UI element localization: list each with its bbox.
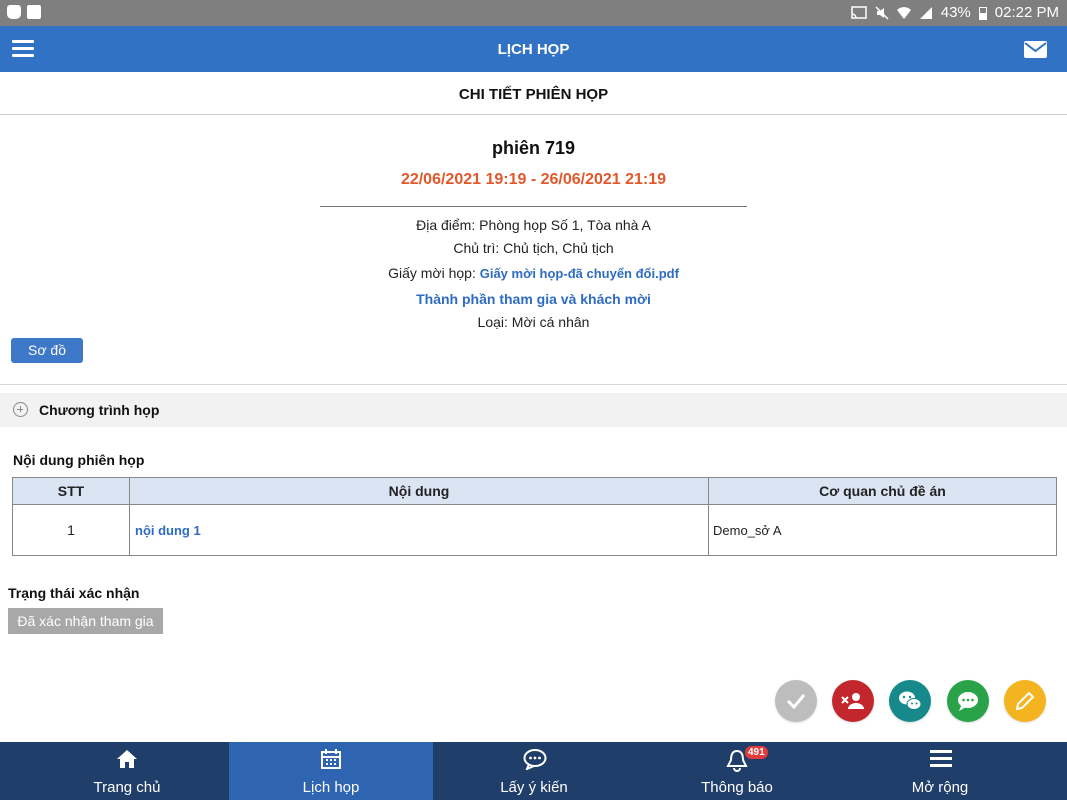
battery-percent: 43% bbox=[940, 4, 971, 21]
table-header-row: STT Nội dung Cơ quan chủ đề án bbox=[12, 477, 1057, 505]
invitation-label: Giấy mời họp: bbox=[388, 265, 480, 281]
chat-button[interactable] bbox=[947, 680, 989, 722]
nav-label-opinion: Lấy ý kiến bbox=[500, 779, 568, 796]
app-bar: LỊCH HỌP bbox=[0, 26, 1067, 72]
program-accordion[interactable]: Chương trình họp bbox=[0, 393, 1067, 427]
confirm-button[interactable] bbox=[775, 680, 817, 722]
cast-icon bbox=[851, 5, 867, 19]
location-value: Phòng họp Số 1, Tòa nhà A bbox=[479, 217, 651, 233]
nav-item-opinion[interactable]: Lấy ý kiến bbox=[432, 742, 636, 800]
status-right: 43% 02:22 PM bbox=[851, 4, 1059, 21]
nav-item-calendar[interactable]: Lịch họp bbox=[229, 742, 433, 800]
type-label: Loại: bbox=[477, 314, 512, 330]
decline-button[interactable] bbox=[832, 680, 874, 722]
diagram-button[interactable]: Sơ đồ bbox=[11, 338, 83, 363]
status-left-icons bbox=[7, 5, 41, 19]
shopping-bag-icon bbox=[7, 5, 21, 19]
wechat-icon bbox=[899, 691, 922, 710]
program-label: Chương trình họp bbox=[39, 402, 160, 418]
calendar-icon bbox=[321, 749, 341, 769]
row-agency: Demo_sở A bbox=[708, 504, 1057, 556]
nav-label-more: Mở rộng bbox=[911, 779, 969, 796]
confirmation-title: Trạng thái xác nhận bbox=[8, 585, 140, 601]
participants-link[interactable]: Thành phần tham gia và khách mời bbox=[416, 291, 651, 307]
notification-count-badge: 491 bbox=[745, 746, 768, 759]
participants-line: Thành phần tham gia và khách mời bbox=[0, 291, 1067, 307]
chair-label: Chủ trì: bbox=[453, 240, 504, 256]
page-title: CHI TIẾT PHIÊN HỌP bbox=[0, 72, 1067, 115]
divider bbox=[0, 384, 1067, 385]
type-value: Mời cá nhân bbox=[511, 314, 590, 330]
nav-item-home[interactable]: Trang chủ bbox=[25, 742, 229, 800]
menu-icon bbox=[930, 750, 952, 767]
edit-button[interactable] bbox=[1004, 680, 1046, 722]
column-header-stt: STT bbox=[12, 477, 130, 505]
pencil-icon bbox=[1015, 691, 1035, 711]
confirmation-status-badge: Đã xác nhận tham gia bbox=[8, 608, 163, 634]
nav-item-more[interactable]: Mở rộng bbox=[838, 742, 1042, 800]
status-bar: 43% 02:22 PM bbox=[0, 0, 1067, 26]
column-header-agency: Cơ quan chủ đề án bbox=[708, 477, 1057, 505]
chat-bubble-icon bbox=[523, 749, 547, 770]
nav-label-notifications: Thông báo bbox=[701, 779, 773, 796]
divider bbox=[320, 206, 747, 207]
signal-icon bbox=[919, 6, 932, 19]
row-stt: 1 bbox=[12, 504, 130, 556]
location-label: Địa điểm: bbox=[416, 217, 480, 233]
app-title: LỊCH HỌP bbox=[497, 41, 570, 58]
clock: 02:22 PM bbox=[994, 4, 1059, 21]
content-table: STT Nội dung Cơ quan chủ đề án 1 nội dun… bbox=[12, 477, 1057, 556]
column-header-content: Nội dung bbox=[129, 477, 709, 505]
session-title: phiên 719 bbox=[491, 138, 576, 158]
mute-icon bbox=[875, 5, 889, 20]
nav-label-home: Trang chủ bbox=[93, 779, 161, 796]
check-icon bbox=[786, 694, 806, 710]
nav-label-calendar: Lịch họp bbox=[302, 779, 360, 796]
home-icon bbox=[117, 750, 137, 768]
nav-item-notifications[interactable]: 491 Thông báo bbox=[635, 742, 839, 800]
plus-circle-icon bbox=[13, 402, 28, 417]
table-row: 1 nội dung 1 Demo_sở A bbox=[12, 504, 1057, 556]
wechat-button[interactable] bbox=[889, 680, 931, 722]
invitation-file-link[interactable]: Giấy mời họp-đã chuyển đổi.pdf bbox=[480, 266, 679, 281]
session-time-range: 22/06/2021 19:19 - 26/06/2021 21:19 bbox=[400, 171, 667, 188]
wifi-icon bbox=[896, 6, 911, 19]
user-remove-icon bbox=[841, 693, 864, 709]
chat-icon bbox=[958, 692, 978, 711]
type-line: Loại: Mời cá nhân bbox=[0, 314, 1067, 330]
chair-value: Chủ tịch, Chủ tịch bbox=[503, 240, 614, 256]
mail-icon[interactable] bbox=[1024, 41, 1047, 58]
bottom-nav: Trang chủ Lịch họp Lấy ý kiến 491 Thông … bbox=[0, 742, 1067, 800]
chair-line: Chủ trì: Chủ tịch, Chủ tịch bbox=[0, 240, 1067, 256]
location-line: Địa điểm: Phòng họp Số 1, Tòa nhà A bbox=[0, 217, 1067, 233]
calendar-notification-icon bbox=[27, 5, 41, 19]
invitation-line: Giấy mời họp: Giấy mời họp-đã chuyển đổi… bbox=[0, 265, 1067, 281]
battery-icon bbox=[978, 6, 987, 20]
row-content-link[interactable]: nội dung 1 bbox=[129, 504, 709, 556]
content-section-title: Nội dung phiên họp bbox=[13, 452, 145, 468]
